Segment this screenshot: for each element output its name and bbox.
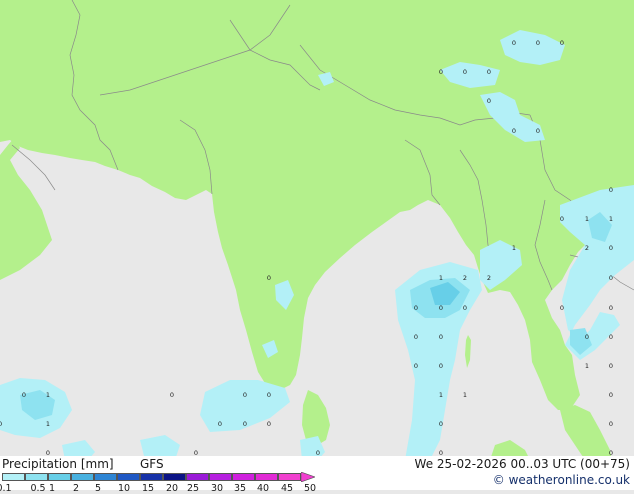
scale-swatch (186, 473, 209, 481)
legend-model: GFS (140, 457, 164, 471)
precip-value-label: 1 (46, 391, 50, 399)
precip-value-label: 2 (463, 274, 467, 282)
precip-value-label: 0 (609, 304, 613, 312)
precip-value-label: 1 (585, 362, 589, 370)
precip-value-label: 0 (414, 333, 418, 341)
precip-value-label: 0 (609, 391, 613, 399)
precip-value-label: 0 (560, 39, 564, 47)
precip-value-label: 0 (463, 304, 467, 312)
precip-value-label: 2 (585, 244, 589, 252)
scale-tick-label: 40 (256, 483, 270, 494)
scale-swatch (255, 473, 278, 481)
legend-bar: Precipitation [mm] GFS We 25-02-2026 00.… (0, 456, 634, 494)
precip-value-label: 2 (487, 274, 491, 282)
precip-value-label: 0 (414, 304, 418, 312)
precip-value-label: 0 (585, 333, 589, 341)
precip-value-label: 1 (609, 215, 613, 223)
scale-swatch (2, 473, 25, 481)
precip-value-label: 0 (218, 420, 222, 428)
scale-swatch (94, 473, 117, 481)
precip-value-label: 0 (439, 68, 443, 76)
precip-value-label: 0 (439, 333, 443, 341)
precip-value-label: 0 (439, 420, 443, 428)
precip-value-label: 0 (267, 274, 271, 282)
precip-value-label: 0 (609, 186, 613, 194)
precip-value-label: 0 (609, 274, 613, 282)
precip-value-label: 0 (267, 420, 271, 428)
precip-value-label: 0 (609, 420, 613, 428)
precip-value-label: 0 (609, 244, 613, 252)
scale-tick-label: 50 (303, 483, 317, 494)
precip-value-label: 0 (536, 39, 540, 47)
precip-value-label: 0 (487, 68, 491, 76)
scale-tick-label: 0.1 (0, 483, 12, 494)
scale-tick-label: 45 (280, 483, 294, 494)
precip-value-label: 1 (439, 391, 443, 399)
precip-value-label: 0 (414, 362, 418, 370)
precip-value-label: 0 (536, 127, 540, 135)
precip-value-label: 1 (46, 420, 50, 428)
precip-value-label: 0 (170, 391, 174, 399)
precip-value-label: 0 (0, 420, 2, 428)
precip-value-label: 0 (609, 362, 613, 370)
precip-value-label: 0 (267, 391, 271, 399)
precip-value-label: 0 (560, 215, 564, 223)
scale-swatch (140, 473, 163, 481)
precip-value-label: 0 (487, 97, 491, 105)
precip-value-label: 0 (22, 391, 26, 399)
scale-tick-label: 0.5 (30, 483, 46, 494)
precip-value-label: 0 (512, 39, 516, 47)
precip-value-label: 0 (439, 304, 443, 312)
scale-tick-label: 20 (165, 483, 179, 494)
scale-swatch (71, 473, 94, 481)
precip-value-label: 0 (463, 68, 467, 76)
scale-tick-label: 5 (94, 483, 102, 494)
website-credit: © weatheronline.co.uk (492, 473, 630, 487)
scale-tick-label: 2 (72, 483, 80, 494)
scale-swatch (278, 473, 301, 481)
precip-value-label: 0 (439, 362, 443, 370)
scale-tick-label: 30 (210, 483, 224, 494)
precip-value-label: 0 (512, 127, 516, 135)
scale-tick-label: 25 (186, 483, 200, 494)
precip-value-label: 1 (585, 215, 589, 223)
scale-tick-label: 10 (117, 483, 131, 494)
scale-swatch (209, 473, 232, 481)
precipitation-map: 0 0 0 0 0 0 0 0 0 0 0 1 1 1 2 0 1 2 0 2 0 0 0 0 0 0 0 0 0 0 0 0 1 0 0 1 0 0 0 1… (0, 0, 634, 460)
precip-value-label: 1 (512, 244, 516, 252)
legend-title: Precipitation [mm] (2, 457, 114, 471)
scale-swatch (25, 473, 48, 481)
forecast-datetime: We 25-02-2026 00..03 UTC (00+75) (414, 457, 630, 471)
precip-value-label: 1 (439, 274, 443, 282)
precip-value-label: 0 (243, 391, 247, 399)
scale-swatch (163, 473, 186, 481)
precip-value-label: 0 (243, 420, 247, 428)
scale-arrow (301, 472, 315, 482)
precip-value-label: 1 (463, 391, 467, 399)
precip-value-label: 0 (609, 333, 613, 341)
scale-swatch (232, 473, 255, 481)
precip-value-label: 0 (560, 304, 564, 312)
scale-swatch (117, 473, 140, 481)
scale-tick-label: 1 (48, 483, 56, 494)
scale-swatch (48, 473, 71, 481)
scale-tick-label: 15 (141, 483, 155, 494)
scale-tick-label: 35 (233, 483, 247, 494)
